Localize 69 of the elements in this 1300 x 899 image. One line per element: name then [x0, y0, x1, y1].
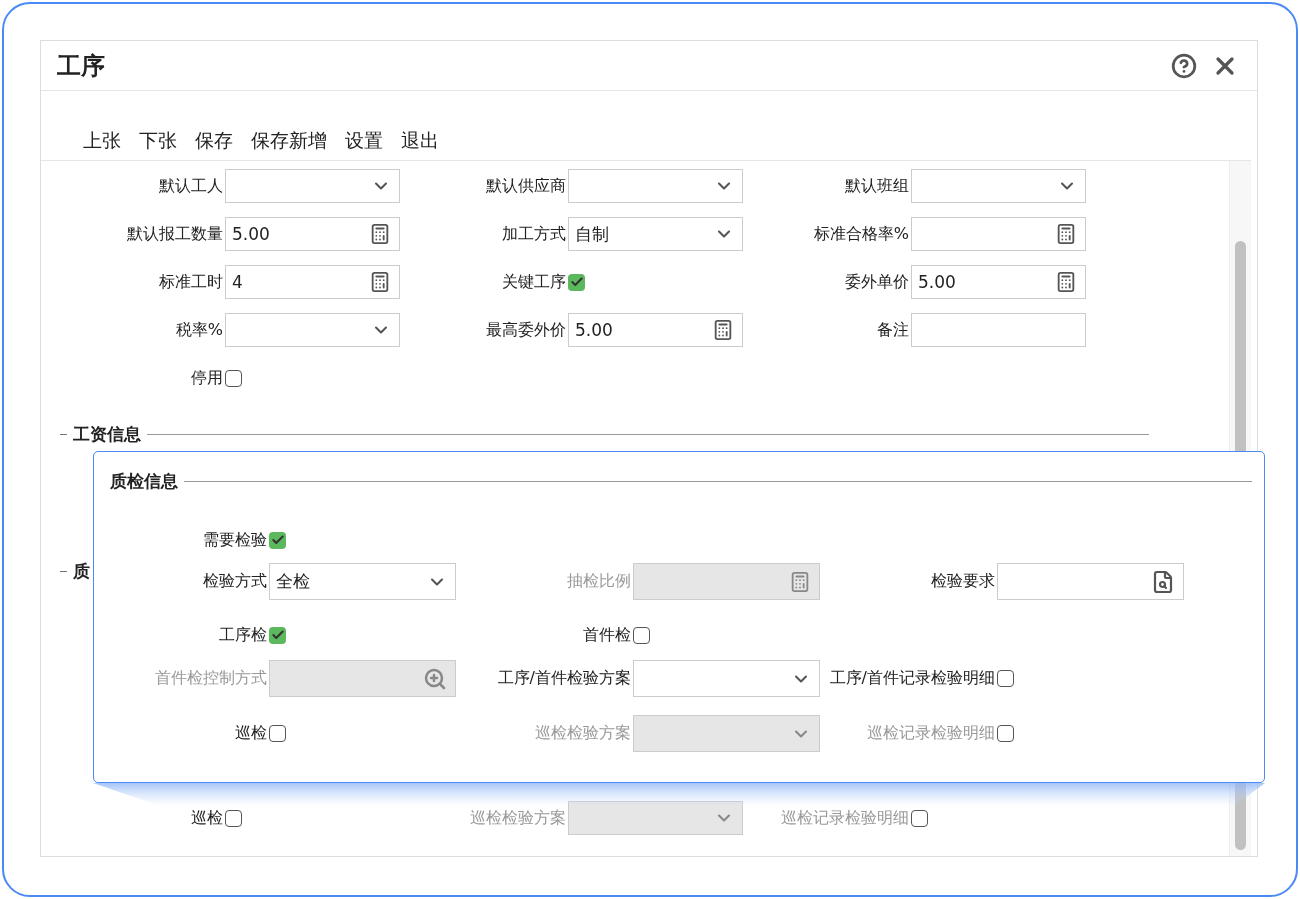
field-label: 关键工序: [502, 271, 567, 293]
toolbar-button[interactable]: 保存新增: [251, 128, 327, 154]
checkbox[interactable]: [269, 626, 286, 644]
dropdown-field[interactable]: 全检: [269, 563, 456, 600]
field-label: 加工方式: [502, 223, 567, 245]
dropdown-field[interactable]: [225, 313, 400, 347]
number-field[interactable]: 5.00: [568, 313, 743, 347]
checkbox[interactable]: [225, 809, 242, 827]
field-label: 默认报工数量: [127, 223, 224, 245]
toolbar-button[interactable]: 下张: [139, 128, 177, 154]
checkbox[interactable]: [225, 369, 242, 387]
number-field[interactable]: 5.00: [911, 265, 1086, 299]
field-label: 工序检: [219, 624, 268, 646]
field-label: 工序/首件检验方案: [497, 668, 632, 689]
field-label: 默认工人: [159, 175, 224, 197]
number-field[interactable]: 5.00: [225, 217, 400, 251]
text-field[interactable]: [911, 313, 1086, 347]
calculator-icon: [789, 570, 811, 593]
number-field[interactable]: [911, 217, 1086, 251]
lookup-field[interactable]: [997, 563, 1184, 600]
section-title: 工资信息: [73, 423, 141, 446]
field-label: 委外单价: [845, 271, 910, 293]
calculator-icon: [369, 271, 391, 293]
checkbox[interactable]: [633, 626, 650, 644]
field-label: 标准工时: [159, 271, 224, 293]
field-label: 巡检检验方案: [535, 723, 632, 744]
field-label: 巡检: [235, 723, 268, 744]
help-icon[interactable]: [1171, 52, 1197, 79]
field-label: 巡检记录检验明细: [867, 723, 996, 744]
checkbox[interactable]: [269, 725, 286, 742]
field-label: 需要检验: [203, 529, 268, 551]
field-label: 检验要求: [931, 571, 996, 592]
field-label: 税率%: [175, 319, 224, 341]
field-label: 工序/首件记录检验明细: [829, 668, 996, 689]
dropdown-field[interactable]: [225, 169, 400, 203]
field-label: 巡检记录检验明细: [781, 807, 910, 829]
field-label: 默认班组: [845, 175, 910, 197]
dropdown-field[interactable]: [911, 169, 1086, 203]
calculator-icon: [369, 223, 391, 245]
toolbar-button[interactable]: 退出: [401, 128, 439, 154]
checkbox[interactable]: [269, 531, 286, 549]
field-label: 标准合格率%: [813, 223, 910, 245]
calculator-icon: [1055, 271, 1077, 293]
toolbar-button[interactable]: 保存: [195, 128, 233, 154]
calculator-icon: [712, 319, 734, 341]
field-label: 备注: [877, 319, 910, 341]
dropdown-field[interactable]: [633, 660, 820, 697]
field-label: 首件检控制方式: [155, 668, 268, 689]
calculator-icon: [1055, 223, 1077, 245]
checkbox[interactable]: [568, 273, 585, 291]
field-label: 抽检比例: [567, 571, 632, 592]
dropdown-field[interactable]: 自制: [568, 217, 743, 251]
toolbar-button[interactable]: 设置: [345, 128, 383, 154]
field-label: 首件检: [583, 624, 632, 646]
field-label: 巡检: [191, 807, 224, 829]
field-label: 停用: [191, 367, 224, 389]
field-label: 检验方式: [203, 571, 268, 592]
file-search-icon: [1151, 569, 1175, 594]
dropdown-field[interactable]: [568, 169, 743, 203]
field-label: 最高委外价: [486, 319, 567, 341]
checkbox[interactable]: [997, 670, 1014, 687]
section-title: 质检信息: [110, 470, 178, 493]
field-label: 默认供应商: [486, 175, 567, 197]
section-title: 质: [73, 560, 90, 583]
window-title: 工序: [57, 50, 105, 82]
toolbar-button[interactable]: 上张: [83, 128, 121, 154]
field-label: 巡检检验方案: [470, 807, 567, 829]
zoom-in-icon: [423, 666, 447, 691]
number-field[interactable]: 4: [225, 265, 400, 299]
